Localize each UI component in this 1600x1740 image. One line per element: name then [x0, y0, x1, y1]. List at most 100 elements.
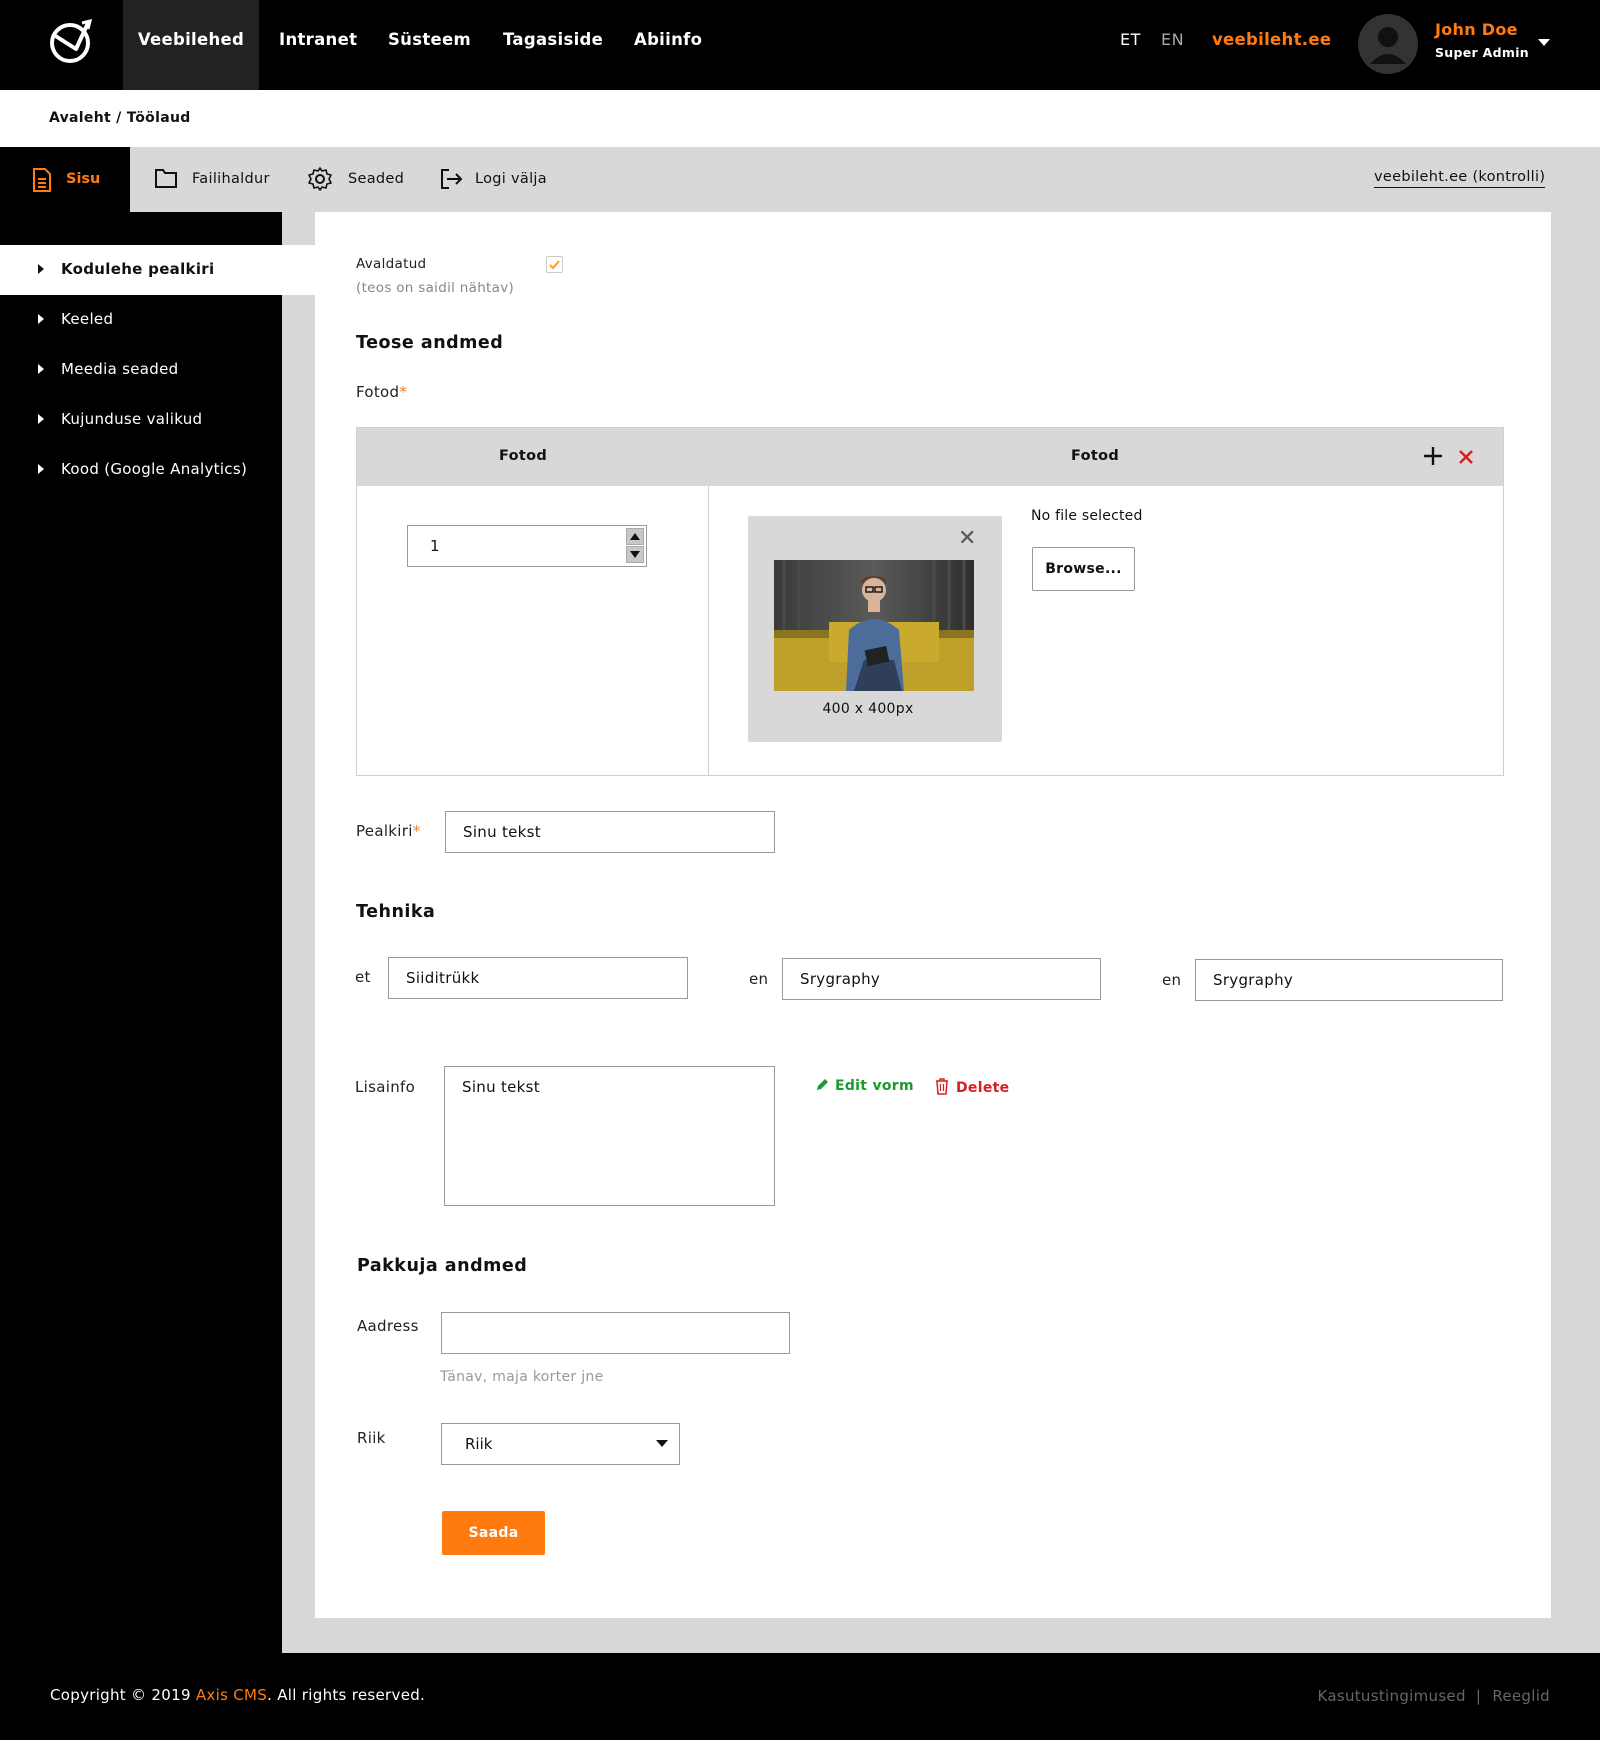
decrement-button[interactable] [626, 546, 644, 563]
caret-right-icon [38, 264, 44, 274]
tool-sisu-label: Sisu [66, 171, 101, 187]
close-icon[interactable] [1458, 449, 1474, 465]
sidebar-item-label: Kujunduse valikud [61, 410, 203, 428]
document-icon [33, 168, 51, 192]
edit-form-button[interactable]: Edit vorm [816, 1078, 914, 1094]
address-input[interactable] [441, 1312, 790, 1354]
nav-tagasiside[interactable]: Tagasiside [503, 0, 603, 90]
technique-input-en[interactable]: Srygraphy [782, 958, 1101, 1000]
caret-right-icon [38, 464, 44, 474]
technique-input-en-2[interactable]: Srygraphy [1195, 959, 1503, 1001]
pencil-icon [817, 1079, 828, 1090]
sidebar-item-label: Meedia seaded [61, 360, 179, 378]
arrow-up-icon [630, 533, 640, 540]
country-select[interactable]: Riik [441, 1423, 680, 1465]
technique-lang-en: en [749, 970, 769, 988]
required-marker: * [412, 822, 421, 840]
delete-button[interactable]: Delete [935, 1077, 1009, 1096]
tool-failihaldur[interactable]: Failihaldur [155, 147, 275, 212]
photos-col-header-2: Fotod [1071, 448, 1120, 464]
footer-links: Kasutustingimused | Reeglid [1317, 1687, 1550, 1705]
section-provider-title: Pakkuja andmed [357, 1256, 528, 1276]
sidebar-item-kujunduse-valikud[interactable]: Kujunduse valikud [0, 395, 282, 445]
terms-link[interactable]: Kasutustingimused [1317, 1687, 1465, 1705]
nav-veebilehed[interactable]: Veebilehed [123, 0, 259, 90]
main-panel: Avaldatud (teos on saidil nähtav) Teose … [315, 212, 1551, 1618]
sidebar: Kodulehe pealkiri Keeled Meedia seaded K… [0, 212, 316, 1653]
site-link[interactable]: veebileht.ee [1212, 30, 1331, 49]
photos-table-header: Fotod Fotod [357, 428, 1503, 486]
photos-label: Fotod* [356, 383, 407, 401]
app-logo[interactable] [48, 17, 96, 67]
sidebar-item-label: Kodulehe pealkiri [61, 260, 215, 278]
nav-abiinfo[interactable]: Abiinfo [634, 0, 702, 90]
user-name[interactable]: John Doe [1435, 20, 1518, 39]
footer: Copyright © 2019 Axis CMS. All rights re… [0, 1653, 1600, 1740]
sidebar-item-kodulehe-pealkiri[interactable]: Kodulehe pealkiri [0, 245, 316, 295]
browse-button[interactable]: Browse... [1032, 547, 1135, 591]
edit-form-label: Edit vorm [835, 1078, 914, 1094]
site-check-link[interactable]: veebileht.ee (kontrolli) [1374, 169, 1546, 188]
order-number-input[interactable]: 1 [407, 525, 647, 567]
nav-susteem[interactable]: Süsteem [388, 0, 471, 90]
delete-label: Delete [956, 1080, 1010, 1096]
technique-input-et[interactable]: Siiditrükk [388, 957, 688, 999]
caret-right-icon [38, 314, 44, 324]
technique-lang-et: et [355, 968, 371, 986]
chevron-down-icon [656, 1440, 668, 1447]
submit-button[interactable]: Saada [442, 1511, 545, 1555]
user-avatar[interactable] [1358, 14, 1418, 74]
logout-icon [441, 169, 463, 189]
order-number-value: 1 [430, 537, 440, 555]
no-file-selected: No file selected [1031, 508, 1143, 524]
content-toolbar: Sisu Failihaldur Seaded Logi välja veebi… [0, 147, 1600, 212]
rules-link[interactable]: Reeglid [1492, 1687, 1550, 1705]
published-checkbox[interactable] [546, 256, 563, 273]
tool-seaded[interactable]: Seaded [308, 147, 408, 212]
extra-textarea[interactable]: Sinu tekst [444, 1066, 775, 1206]
published-label: Avaldatud [356, 256, 427, 272]
extra-label: Lisainfo [355, 1078, 416, 1096]
title-label-text: Pealkiri [356, 822, 413, 840]
technique-lang-en-2: en [1162, 971, 1182, 989]
tool-logout[interactable]: Logi välja [439, 147, 549, 212]
tool-failihaldur-label: Failihaldur [192, 171, 270, 187]
folder-icon [155, 169, 177, 188]
caret-right-icon [38, 364, 44, 374]
country-select-value: Riik [465, 1435, 493, 1453]
photo-dimensions: 400 x 400px [822, 701, 914, 717]
photo-thumbnail [774, 560, 974, 691]
caret-right-icon [38, 414, 44, 424]
sidebar-item-label: Keeled [61, 310, 114, 328]
lang-et[interactable]: ET [1120, 30, 1141, 49]
published-hint: (teos on saidil nähtav) [356, 280, 515, 296]
copyright-prefix: Copyright © 2019 [50, 1686, 196, 1704]
sidebar-item-meedia-seaded[interactable]: Meedia seaded [0, 345, 282, 395]
top-navbar: Veebilehed Intranet Süsteem Tagasiside A… [0, 0, 1600, 90]
checkmark-icon [549, 260, 560, 270]
brand-link[interactable]: Axis CMS [196, 1686, 267, 1704]
user-menu-caret-icon[interactable] [1538, 39, 1550, 46]
photos-table: Fotod Fotod 1 ✕ 400 x 400px No file sele… [356, 427, 1504, 776]
breadcrumb: Avaleht / Töölaud [49, 110, 191, 126]
title-input[interactable]: Sinu tekst [445, 811, 775, 853]
nav-intranet[interactable]: Intranet [279, 0, 357, 90]
address-hint: Tänav, maja korter jne [440, 1369, 604, 1385]
copyright-suffix: . All rights reserved. [267, 1686, 426, 1704]
remove-photo-close-icon[interactable]: ✕ [958, 526, 976, 551]
sidebar-item-label: Kood (Google Analytics) [61, 460, 248, 478]
lang-en[interactable]: EN [1161, 30, 1184, 49]
section-technique-title: Tehnika [356, 902, 436, 922]
sidebar-item-kood[interactable]: Kood (Google Analytics) [0, 445, 282, 495]
section-work-title: Teose andmed [356, 333, 504, 353]
increment-button[interactable] [626, 528, 644, 545]
arrow-down-icon [630, 551, 640, 558]
required-marker: * [399, 383, 408, 401]
plus-icon[interactable] [1423, 446, 1443, 466]
tool-sisu[interactable]: Sisu [0, 147, 130, 212]
sidebar-item-keeled[interactable]: Keeled [0, 295, 282, 345]
tool-seaded-label: Seaded [348, 171, 405, 187]
breadcrumb-bar: Avaleht / Töölaud [0, 90, 1600, 147]
title-label: Pealkiri* [356, 822, 421, 840]
photos-col-header-1: Fotod [499, 448, 548, 464]
